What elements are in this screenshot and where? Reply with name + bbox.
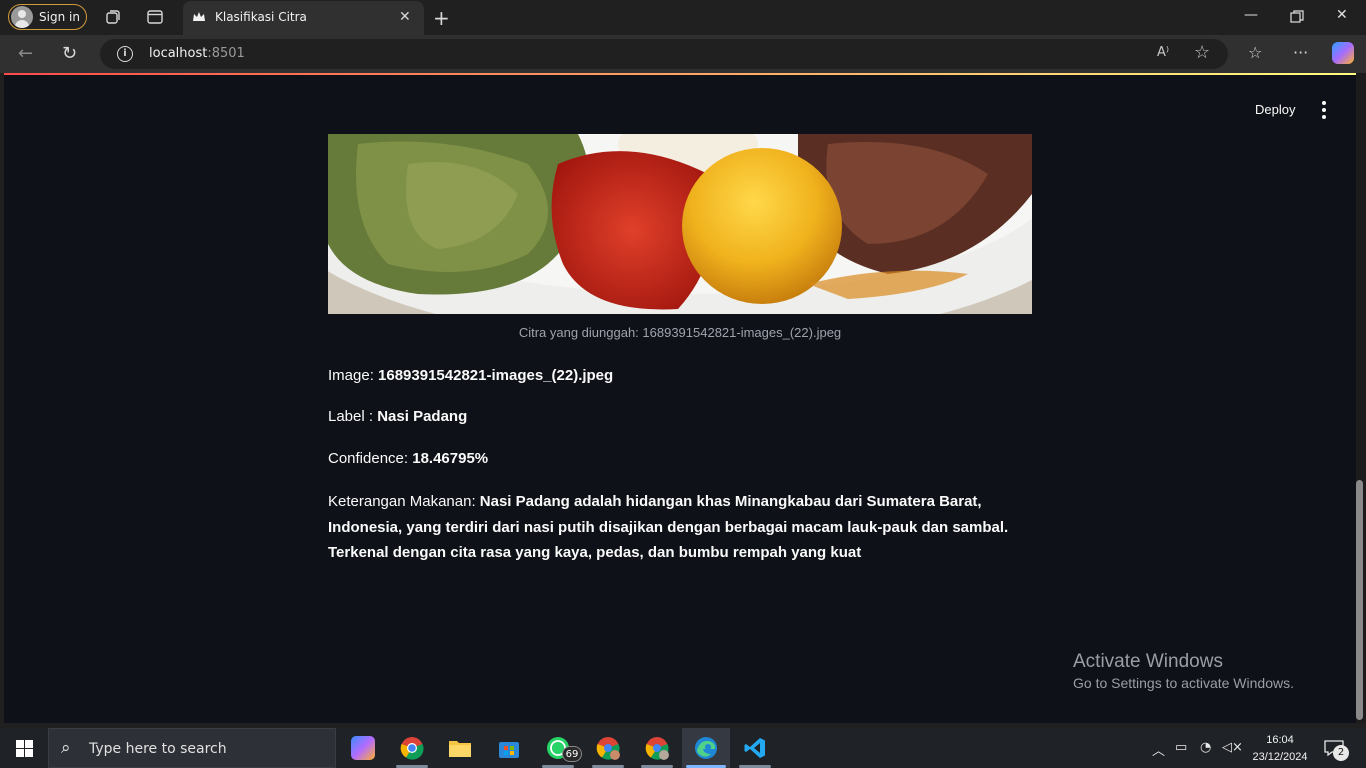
sign-in-button[interactable]: Sign in: [8, 4, 87, 30]
address-bar[interactable]: i localhost:8501 A⁾ ☆: [100, 39, 1228, 69]
search-icon: ⌕: [61, 738, 71, 758]
image-caption: Citra yang diunggah: 1689391542821-image…: [518, 325, 842, 340]
site-info-icon[interactable]: i: [117, 46, 133, 62]
browser-toolbar: ← ↻ i localhost:8501 A⁾ ☆ ☆ ···: [0, 35, 1366, 73]
more-menu-icon[interactable]: ···: [1293, 43, 1308, 62]
label-prefix: Label :: [328, 408, 378, 425]
scrollbar-thumb[interactable]: [1356, 480, 1363, 720]
close-window-icon[interactable]: ✕: [1336, 7, 1348, 23]
chrome-profile-2-icon[interactable]: [645, 736, 669, 760]
confidence-prefix: Confidence:: [328, 450, 413, 467]
food-description: Keterangan Makanan: Nasi Padang adalah h…: [328, 489, 1038, 566]
sign-in-label: Sign in: [39, 10, 80, 24]
new-tab-icon[interactable]: +: [433, 6, 450, 30]
browser-titlebar: Sign in Klasifikasi Citra ✕ + — ✕: [0, 0, 1366, 35]
workspaces-icon[interactable]: [104, 8, 122, 26]
tab-klasifikasi-citra[interactable]: Klasifikasi Citra ✕: [183, 1, 424, 35]
label-line: Label : Nasi Padang: [328, 408, 467, 425]
clock-time: 16:04: [1266, 734, 1294, 746]
search-placeholder: Type here to search: [89, 741, 227, 757]
image-name-line: Image: 1689391542821-images_(22).jpeg: [328, 367, 613, 384]
image-name-value: 1689391542821-images_(22).jpeg: [378, 367, 614, 384]
favorites-icon[interactable]: ☆: [1248, 43, 1262, 62]
label-value: Nasi Padang: [377, 408, 468, 425]
battery-icon[interactable]: ▭: [1175, 740, 1187, 755]
volume-muted-icon[interactable]: ◁×: [1222, 740, 1243, 755]
activate-subtitle: Go to Settings to activate Windows.: [1073, 675, 1294, 691]
favorite-star-icon[interactable]: ☆: [1194, 42, 1210, 63]
streamlit-crown-icon: [193, 12, 205, 21]
app-top-decoration: [4, 73, 1356, 75]
whatsapp-unread-badge: 69: [562, 746, 582, 762]
windows-start-icon[interactable]: [16, 740, 33, 757]
tab-close-icon[interactable]: ✕: [399, 9, 411, 25]
restore-icon[interactable]: [1290, 10, 1304, 24]
back-icon[interactable]: ←: [18, 43, 33, 64]
description-prefix: Keterangan Makanan:: [328, 493, 480, 510]
refresh-icon[interactable]: ↻: [62, 43, 77, 64]
wifi-icon[interactable]: ◔: [1200, 740, 1211, 755]
activate-title: Activate Windows: [1073, 651, 1223, 672]
taskbar-clock[interactable]: 16:04 23/12/2024: [1248, 732, 1312, 766]
uploaded-food-image: [328, 134, 1032, 314]
confidence-line: Confidence: 18.46795%: [328, 450, 488, 467]
confidence-value: 18.46795%: [412, 450, 489, 467]
image-prefix: Image:: [328, 367, 379, 384]
vscode-icon[interactable]: [743, 736, 767, 760]
file-explorer-icon[interactable]: [448, 736, 472, 760]
tab-actions-icon[interactable]: [146, 8, 164, 26]
profile-avatar-icon: [11, 6, 33, 28]
main-menu-icon[interactable]: [1321, 101, 1327, 119]
copilot-icon[interactable]: [1332, 42, 1354, 64]
clock-date: 23/12/2024: [1252, 751, 1308, 763]
edge-icon[interactable]: [694, 736, 718, 760]
read-aloud-icon[interactable]: A⁾: [1157, 45, 1169, 60]
minimize-icon[interactable]: —: [1244, 7, 1258, 23]
notification-count-badge: 2: [1333, 745, 1349, 761]
url-text[interactable]: localhost:8501: [149, 46, 245, 61]
chrome-profile-icon[interactable]: [596, 736, 620, 760]
copilot-taskbar-icon[interactable]: [351, 736, 375, 760]
show-hidden-icons-icon[interactable]: ︿: [1152, 740, 1165, 759]
notification-center-icon[interactable]: 2: [1324, 740, 1349, 761]
microsoft-store-icon[interactable]: [497, 736, 521, 760]
chrome-icon[interactable]: [400, 736, 424, 760]
taskbar-search-box[interactable]: ⌕ Type here to search: [48, 728, 336, 768]
tab-title: Klasifikasi Citra: [215, 10, 307, 24]
activate-windows-watermark: Activate Windows Go to Settings to activ…: [1073, 651, 1294, 691]
deploy-button[interactable]: Deploy: [1255, 102, 1295, 117]
